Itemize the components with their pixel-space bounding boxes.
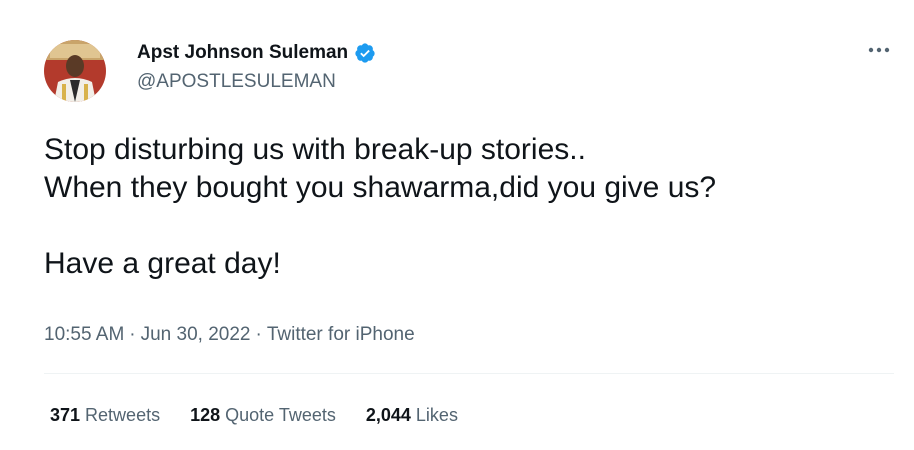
meta-separator: · — [129, 324, 136, 345]
tweet-text-line: Stop disturbing us with break-up stories… — [44, 133, 586, 166]
avatar-image — [44, 40, 106, 102]
quote-tweets-stat[interactable]: 128 Quote Tweets — [190, 405, 336, 426]
quote-tweets-label: Quote Tweets — [225, 404, 336, 425]
tweet-stats: 371 Retweets 128 Quote Tweets 2,044 Like… — [50, 402, 488, 428]
tweet-text-line — [44, 207, 884, 245]
author-handle[interactable]: @APOSTLESULEMAN — [137, 71, 336, 93]
quote-tweets-count: 128 — [190, 404, 221, 425]
author-name-row: Apst Johnson Suleman — [137, 41, 376, 65]
author-display-name[interactable]: Apst Johnson Suleman — [137, 42, 348, 64]
tweet-text: Stop disturbing us with break-up stories… — [44, 131, 884, 283]
likes-label: Likes — [415, 404, 458, 425]
likes-count: 2,044 — [365, 404, 411, 425]
tweet-card: Apst Johnson Suleman @APOSTLESULEMAN Sto… — [0, 0, 914, 450]
more-horizontal-icon[interactable] — [862, 38, 896, 62]
retweets-stat[interactable]: 371 Retweets — [50, 405, 160, 426]
tweet-time-link[interactable]: 10:55 AM — [44, 324, 124, 346]
divider — [44, 373, 894, 374]
tweet-date-link[interactable]: Jun 30, 2022 — [141, 324, 251, 346]
verified-badge-icon — [354, 42, 376, 64]
retweets-count: 371 — [50, 404, 81, 425]
tweet-text-line: When they bought you shawarma,did you gi… — [44, 171, 717, 204]
tweet-meta: 10:55 AM · Jun 30, 2022 · Twitter for iP… — [44, 322, 415, 348]
likes-stat[interactable]: 2,044 Likes — [366, 405, 458, 426]
avatar[interactable] — [44, 40, 106, 102]
tweet-text-line: Have a great day! — [44, 247, 281, 280]
meta-separator: · — [255, 324, 262, 345]
tweet-source-link[interactable]: Twitter for iPhone — [267, 324, 415, 346]
retweets-label: Retweets — [85, 404, 161, 425]
